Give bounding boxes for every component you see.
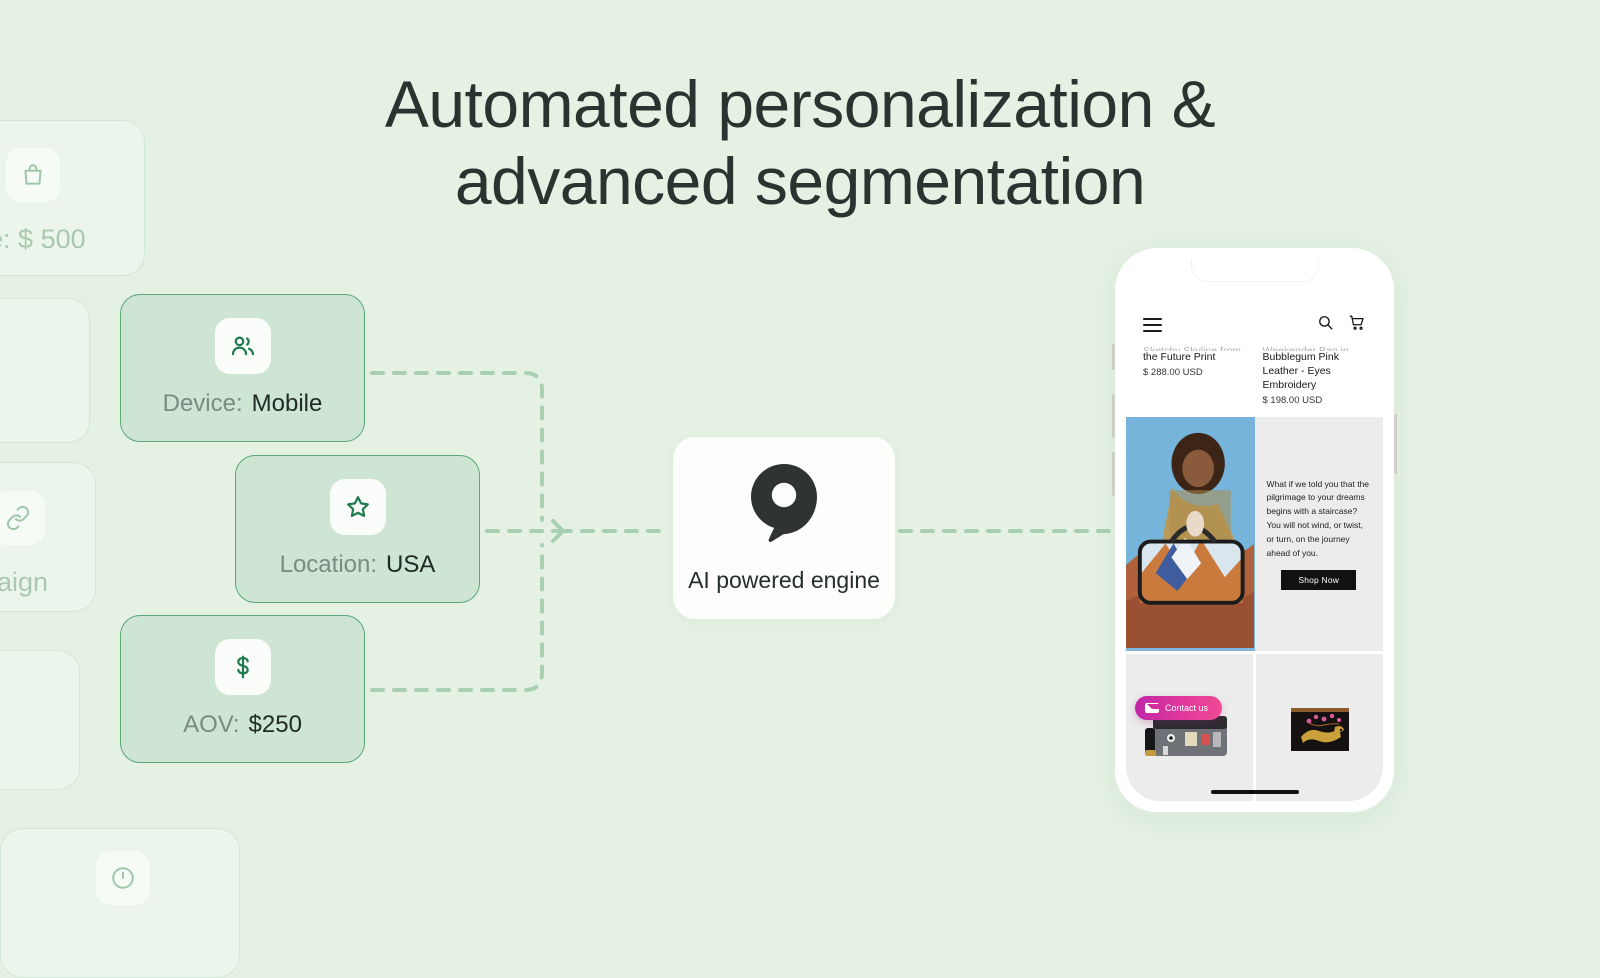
product-card-1-clipped-line: Sketchy Skyline from <box>1143 345 1242 351</box>
bag-icon <box>6 148 60 202</box>
cart-icon[interactable] <box>1348 314 1366 337</box>
lifestyle-photo <box>1126 417 1255 651</box>
phone-mockup: Sketchy Skyline from the Future Print $ … <box>1112 246 1397 814</box>
segment-card-location-key: Location: <box>279 551 378 578</box>
ghost-card-value-label: Value: $ 500 <box>0 224 86 254</box>
phone-power-button[interactable] <box>1394 414 1397 474</box>
envelope-icon <box>1145 703 1168 713</box>
ai-engine-label: AI powered engine <box>688 567 880 593</box>
segment-card-location-value: USA <box>386 551 436 578</box>
phone-volume-down-button[interactable] <box>1112 452 1115 496</box>
ghost-card-value: Value: $ 500 <box>0 120 145 276</box>
page-title-line-1: Automated personalization & <box>384 67 1216 141</box>
ghost-card-plain-2 <box>0 650 80 790</box>
ai-pin-icon <box>748 462 820 549</box>
phone-screen: Sketchy Skyline from the Future Print $ … <box>1126 259 1383 801</box>
clock-icon <box>96 851 150 905</box>
contact-us-widget[interactable]: Contact us <box>1135 696 1223 720</box>
marketing-illustration: Automated personalization & advanced seg… <box>0 0 1600 978</box>
page-title: Automated personalization & advanced seg… <box>0 66 1600 219</box>
segment-card-location-row: Location: USA <box>280 551 436 579</box>
editorial-row: What if we told you that the pilgrimage … <box>1126 417 1383 651</box>
segment-card-device-row: Device: Mobile <box>163 390 323 418</box>
product-thumbnail-2[interactable] <box>1256 654 1383 801</box>
page-title-line-2: advanced segmentation <box>454 143 1146 218</box>
shop-now-button[interactable]: Shop Now <box>1281 570 1357 591</box>
tiger-bag-image <box>1290 708 1349 751</box>
segment-card-aov[interactable]: AOV: $250 <box>120 615 365 763</box>
product-card-1-title: the Future Print <box>1143 351 1216 363</box>
segment-card-device-value: Mobile <box>251 390 323 417</box>
phone-notch <box>1190 259 1319 282</box>
hamburger-icon[interactable] <box>1143 318 1162 332</box>
product-card-2[interactable]: Weekender Bag in Bubblegum Pink Leather … <box>1263 345 1367 406</box>
contact-us-label: Contact us <box>1165 703 1209 713</box>
segment-card-aov-row: AOV: $250 <box>183 711 302 739</box>
store-topbar <box>1126 305 1383 345</box>
phone-volume-up-button[interactable] <box>1112 394 1115 438</box>
phone-silent-switch[interactable] <box>1112 344 1115 370</box>
product-thumbnail-1[interactable]: Contact us <box>1126 654 1253 801</box>
link-icon <box>0 491 45 545</box>
search-icon[interactable] <box>1317 314 1334 336</box>
product-card-2-price: $ 198.00 USD <box>1262 394 1323 406</box>
home-indicator <box>1210 790 1299 794</box>
people-icon <box>214 318 271 374</box>
segment-card-location[interactable]: Location: USA <box>235 455 480 603</box>
segment-card-aov-value: $250 <box>248 711 302 738</box>
dollar-icon <box>214 639 271 695</box>
ai-engine-node[interactable]: AI powered engine <box>673 437 895 619</box>
product-card-2-title: Bubblegum Pink Leather - Eyes Embroidery <box>1262 351 1339 391</box>
product-card-2-clipped-line: Weekender Bag in <box>1262 345 1349 351</box>
ghost-card-campaign-label: campaign <box>0 567 49 597</box>
product-thumbnail-row: Contact us <box>1126 654 1383 801</box>
topbar-actions <box>1317 314 1366 337</box>
product-card-1[interactable]: Sketchy Skyline from the Future Print $ … <box>1143 345 1247 406</box>
star-icon <box>329 479 386 535</box>
store-content-grid: What if we told you that the pilgrimage … <box>1126 417 1383 801</box>
ghost-card-campaign: campaign <box>0 462 96 612</box>
product-list-row: Sketchy Skyline from the Future Print $ … <box>1126 345 1383 406</box>
segment-card-aov-key: AOV: <box>183 711 240 738</box>
ghost-card-time <box>0 828 240 978</box>
editorial-body: What if we told you that the pilgrimage … <box>1266 478 1370 558</box>
ghost-card-plain-1 <box>0 298 90 443</box>
segment-card-device-key: Device: <box>162 390 243 417</box>
segment-card-device[interactable]: Device: Mobile <box>120 294 365 442</box>
editorial-copy-block: What if we told you that the pilgrimage … <box>1254 417 1383 651</box>
product-card-1-price: $ 288.00 USD <box>1143 366 1203 378</box>
